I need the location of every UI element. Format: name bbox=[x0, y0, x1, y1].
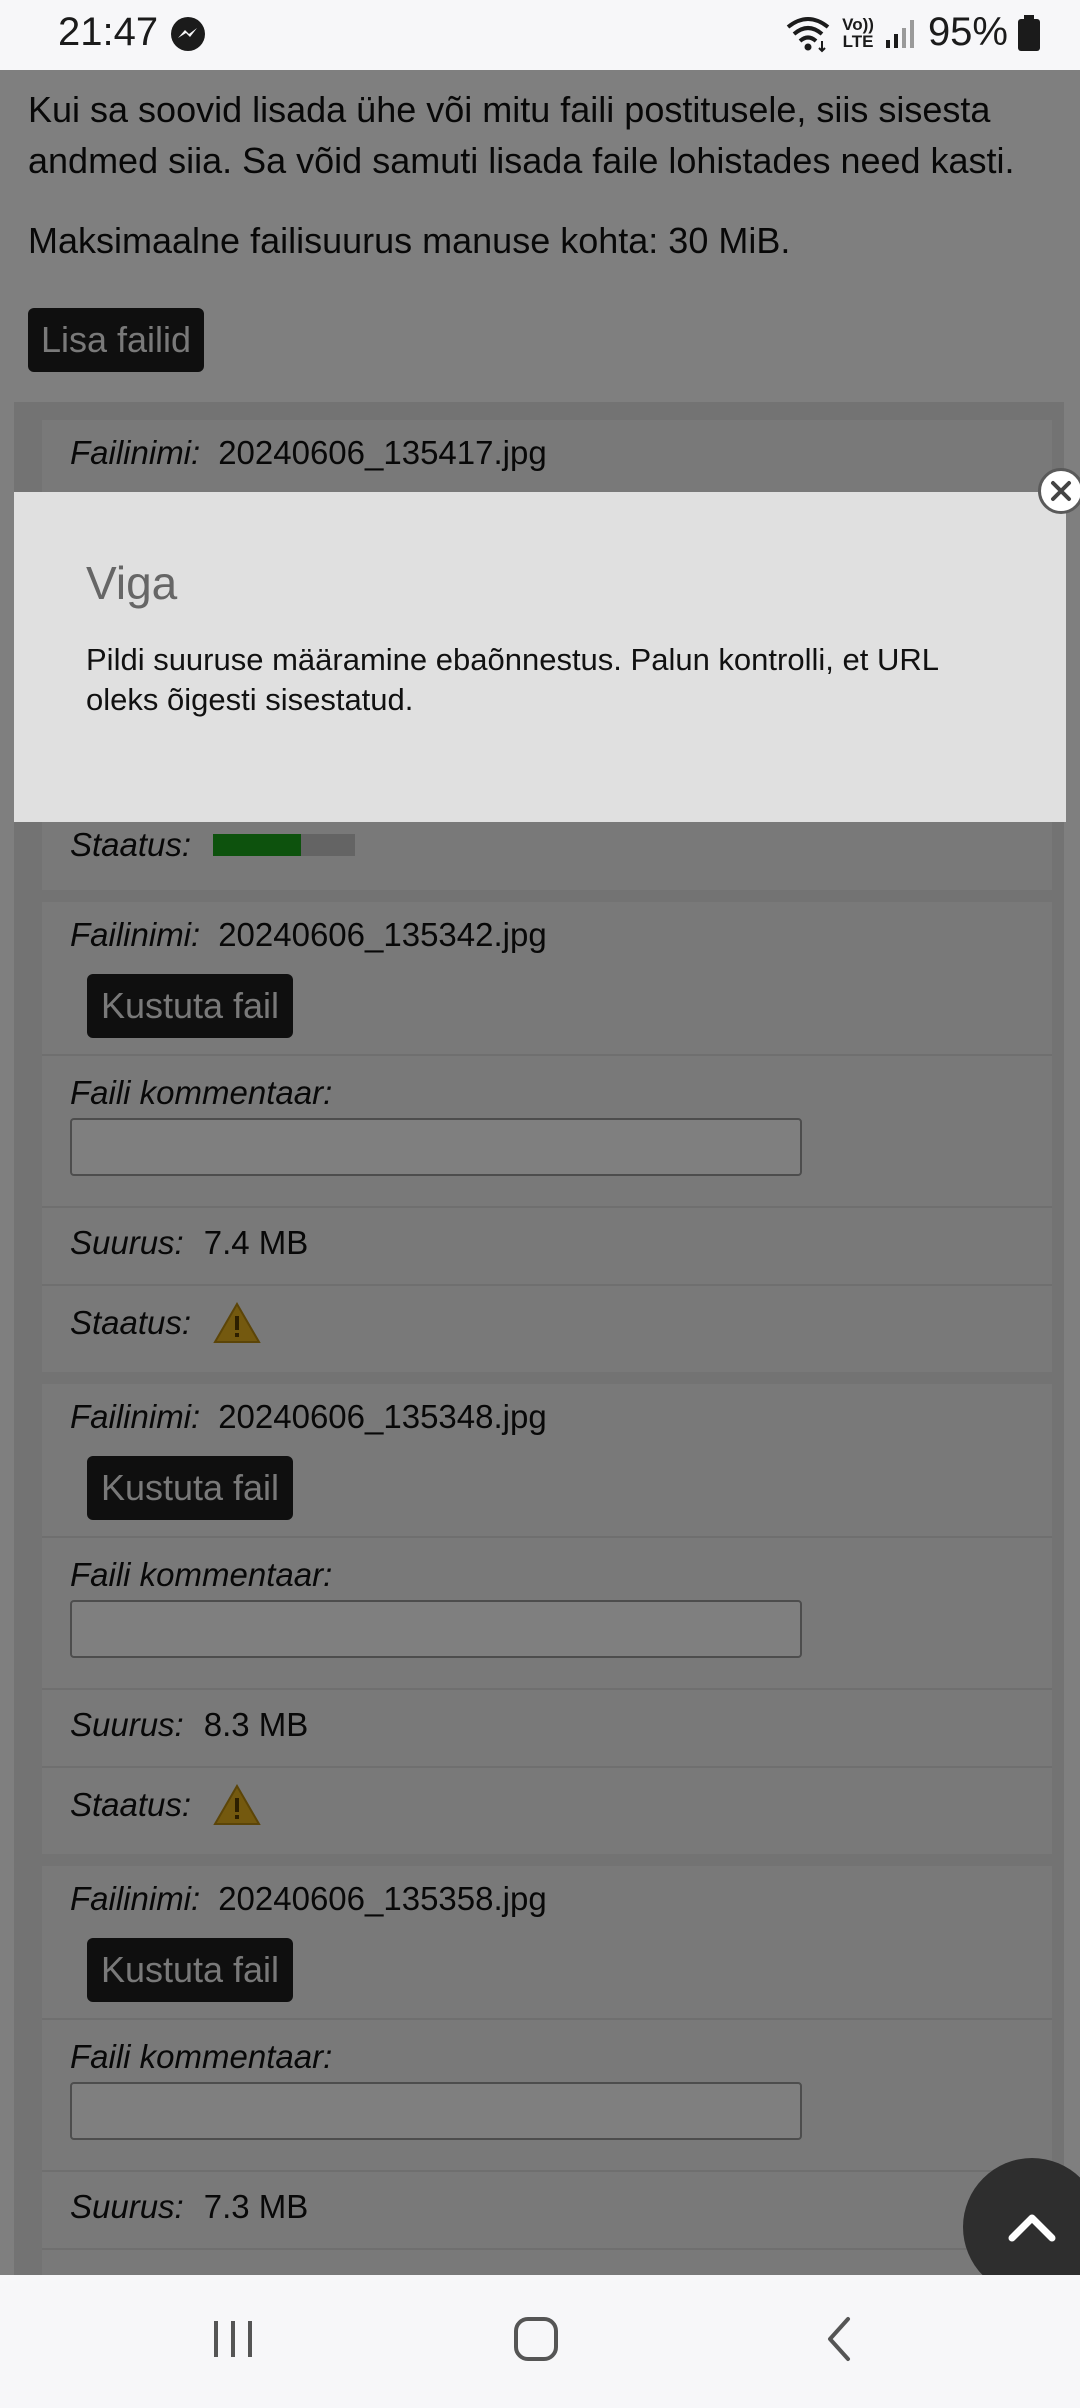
recent-apps-icon bbox=[214, 2321, 252, 2357]
back-icon bbox=[828, 2317, 850, 2361]
close-dialog-button[interactable] bbox=[1038, 468, 1080, 514]
home-icon bbox=[514, 2317, 558, 2361]
clock: 21:47 bbox=[58, 10, 159, 54]
navigation-bar bbox=[0, 2275, 1080, 2408]
volte-label: Vo)) bbox=[842, 14, 874, 34]
dialog-title: Viga bbox=[86, 557, 178, 609]
status-bar: 21:47 Vo)) LTE 95% bbox=[0, 0, 1080, 70]
battery-percent: 95% bbox=[927, 10, 1008, 54]
signal-icon bbox=[885, 19, 914, 48]
battery-icon bbox=[1018, 14, 1040, 51]
messenger-icon bbox=[171, 17, 205, 51]
recent-apps-button[interactable] bbox=[210, 2315, 256, 2368]
volte-indicator: Vo)) LTE bbox=[842, 16, 874, 50]
wifi-icon bbox=[786, 16, 830, 52]
back-button[interactable] bbox=[820, 2315, 860, 2368]
lte-label: LTE bbox=[842, 31, 874, 51]
modal-backdrop[interactable] bbox=[0, 70, 1080, 2275]
error-dialog: Viga Pildi suuruse määramine ebaõnnestus… bbox=[14, 492, 1066, 822]
dialog-message: Pildi suuruse määramine ebaõnnestus. Pal… bbox=[86, 642, 938, 717]
close-icon bbox=[1051, 481, 1071, 501]
chevron-up-icon bbox=[1008, 2214, 1056, 2242]
home-button[interactable] bbox=[512, 2315, 560, 2368]
